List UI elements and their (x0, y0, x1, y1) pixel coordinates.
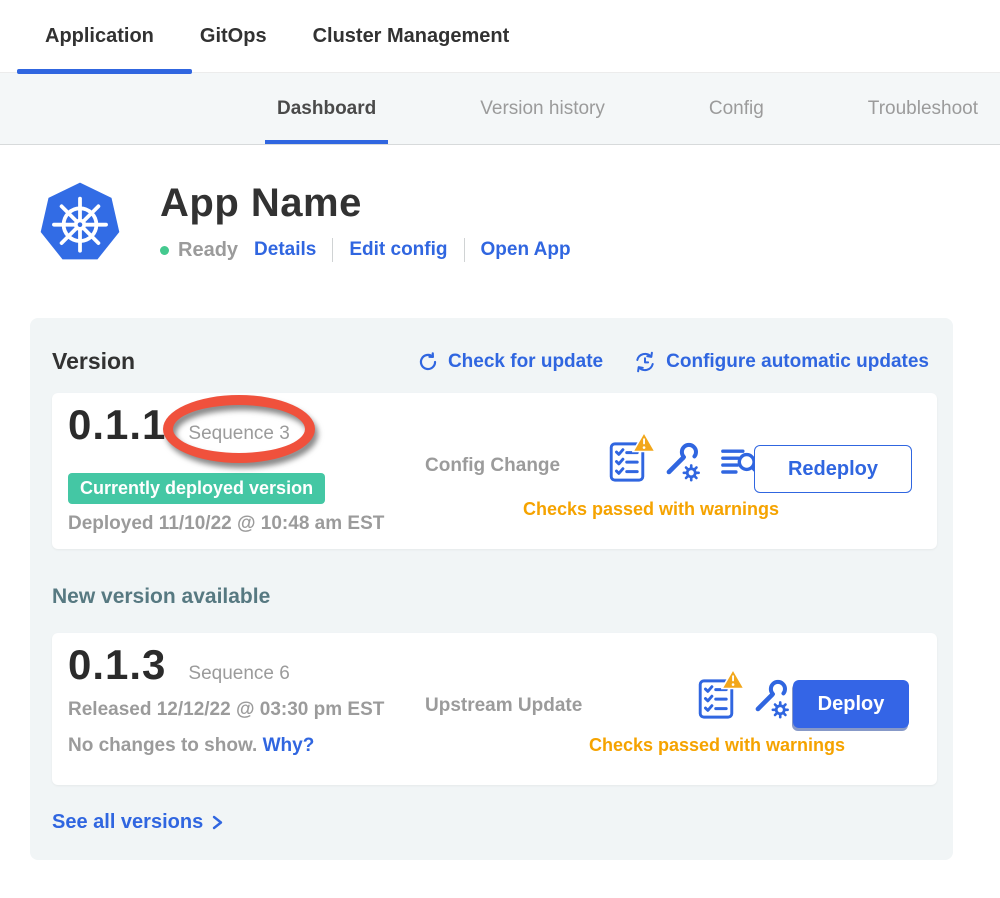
app-status: Ready (160, 239, 238, 262)
current-source-label: Config Change (425, 455, 560, 477)
config-wrench-icon[interactable] (751, 677, 791, 721)
config-wrench-icon[interactable] (662, 440, 702, 484)
top-nav: Application GitOps Cluster Management (0, 0, 1000, 72)
see-all-versions-label: See all versions (52, 811, 203, 834)
sub-tab-config[interactable]: Config (697, 73, 776, 144)
available-checks-status: Checks passed with warnings (577, 735, 857, 756)
details-link[interactable]: Details (254, 239, 316, 261)
available-version-sequence: Sequence 6 (188, 663, 289, 685)
available-version-icons (697, 677, 791, 721)
version-section-header: Version Check for update (52, 348, 937, 375)
available-source-label: Upstream Update (425, 695, 582, 717)
version-section: Version Check for update (30, 318, 953, 860)
current-version-row: 0.1.1 Sequence 3 (68, 401, 290, 449)
current-version-number: 0.1.1 (68, 401, 166, 449)
check-for-update-label: Check for update (448, 351, 603, 373)
app-sub-nav: Dashboard Version history Config Trouble… (0, 72, 1000, 145)
available-version-row: 0.1.3 Sequence 6 (68, 641, 290, 689)
clock-refresh-icon (633, 350, 657, 374)
current-checks-status: Checks passed with warnings (520, 499, 782, 520)
deployed-badge: Currently deployed version (68, 473, 325, 504)
open-app-link[interactable]: Open App (481, 239, 571, 261)
check-for-update-link[interactable]: Check for update (417, 351, 603, 373)
no-changes-label: No changes to show. (68, 735, 257, 756)
status-dot-icon (160, 246, 169, 255)
available-version-card: 0.1.3 Sequence 6 Released 12/12/22 @ 03:… (52, 633, 937, 785)
top-tab-gitops[interactable]: GitOps (200, 25, 267, 48)
kubernetes-logo (38, 181, 122, 265)
why-link[interactable]: Why? (263, 735, 315, 756)
preflight-checklist-icon[interactable] (608, 440, 646, 484)
sub-tab-dashboard[interactable]: Dashboard (265, 73, 388, 144)
current-version-icons (608, 440, 760, 484)
status-text: Ready (178, 239, 238, 262)
version-heading: Version (52, 348, 135, 375)
see-all-versions-link[interactable]: See all versions (52, 811, 937, 834)
available-version-number: 0.1.3 (68, 641, 166, 689)
divider (464, 238, 465, 262)
top-tab-cluster-management[interactable]: Cluster Management (313, 25, 510, 48)
configure-automatic-updates-label: Configure automatic updates (666, 351, 929, 373)
sub-tab-version-history[interactable]: Version history (468, 73, 617, 144)
edit-config-link[interactable]: Edit config (349, 239, 447, 261)
warning-triangle-icon (721, 668, 745, 690)
released-timestamp: Released 12/12/22 @ 03:30 pm EST (68, 699, 384, 721)
refresh-icon (417, 351, 439, 373)
deployed-timestamp: Deployed 11/10/22 @ 10:48 am EST (68, 513, 384, 535)
divider (332, 238, 333, 262)
app-status-row: Ready Details Edit config Open App (160, 238, 571, 262)
version-actions: Check for update Configure automatic upd… (417, 350, 929, 374)
page-title: App Name (160, 181, 571, 226)
warning-triangle-icon (632, 431, 656, 453)
deploy-button[interactable]: Deploy (793, 680, 909, 728)
sub-tab-troubleshoot[interactable]: Troubleshoot (856, 73, 990, 144)
current-version-card: 0.1.1 Sequence 3 Currently deployed vers… (52, 393, 937, 549)
app-header: App Name Ready Details Edit config Open … (38, 181, 1000, 265)
preflight-checklist-icon[interactable] (697, 677, 735, 721)
redeploy-button[interactable]: Redeploy (754, 445, 912, 493)
chevron-right-icon (210, 813, 225, 832)
top-tab-application[interactable]: Application (45, 25, 154, 48)
active-tab-underline (17, 69, 192, 74)
app-title-block: App Name Ready Details Edit config Open … (160, 181, 571, 262)
new-version-heading: New version available (52, 585, 937, 609)
current-version-sequence: Sequence 3 (188, 423, 289, 445)
no-changes-text: No changes to show. Why? (68, 735, 314, 757)
configure-automatic-updates-link[interactable]: Configure automatic updates (633, 350, 929, 374)
